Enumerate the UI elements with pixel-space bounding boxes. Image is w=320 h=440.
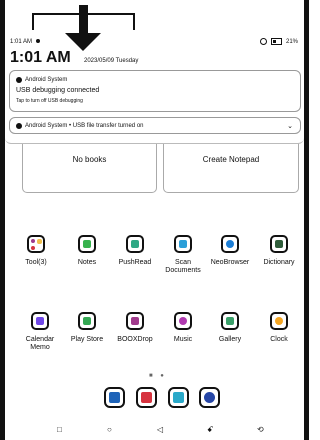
sync-icon <box>259 38 267 45</box>
app-label: NeoBrowser <box>210 259 250 266</box>
calendar-memo-icon <box>31 312 49 330</box>
gallery-icon <box>221 312 239 330</box>
tool-icon <box>27 235 45 253</box>
rotate-icon[interactable]: ⟲ <box>257 425 264 434</box>
create-notepad-label: Create Notepad <box>202 155 260 164</box>
refresh-icon[interactable]: ꗃ <box>207 425 213 435</box>
settings-icon[interactable] <box>199 387 220 408</box>
status-time: 1:01 AM <box>10 39 41 45</box>
app-notes[interactable]: Notes <box>64 235 110 267</box>
clock-icon <box>270 312 288 330</box>
app-neobrowser[interactable]: NeoBrowser <box>207 235 253 267</box>
app-label: Gallery <box>218 336 242 343</box>
battery-icon <box>270 38 282 45</box>
create-notepad-tile[interactable]: Create Notepad <box>163 141 299 193</box>
notes-icon <box>78 235 96 253</box>
app-label: Play Store <box>70 336 104 343</box>
pushread-icon <box>126 235 144 253</box>
books-tile-label: No books <box>72 155 107 164</box>
library-icon[interactable] <box>104 387 125 408</box>
chevron-down-icon[interactable]: ⌄ <box>287 122 293 130</box>
store-icon[interactable] <box>136 387 157 408</box>
navigation-bar: □ ○ ◁ ꗃ ⟲ <box>5 425 304 440</box>
scan-documents-icon <box>174 235 192 253</box>
debug-dot-icon <box>36 39 41 44</box>
app-label: Scan Documents <box>165 259 201 274</box>
app-label: Tool(3) <box>25 259 47 266</box>
app-scan-documents[interactable]: Scan Documents <box>160 235 206 275</box>
android-system-icon <box>16 123 22 129</box>
device-frame-right <box>304 0 309 440</box>
app-label: Dictionary <box>263 259 295 266</box>
recents-icon[interactable]: □ <box>57 425 62 434</box>
notification-header: Android System <box>16 77 67 83</box>
status-icons: 21% <box>259 38 298 45</box>
neobrowser-icon <box>221 235 239 253</box>
home-icon[interactable]: ○ <box>107 425 112 434</box>
app-play-store[interactable]: Play Store <box>64 312 110 344</box>
app-booxdrop[interactable]: BOOXDrop <box>112 312 158 344</box>
notification-text: Tap to turn off USB debugging <box>16 98 83 104</box>
books-tile[interactable]: No books <box>22 143 157 193</box>
battery-level: 21% <box>285 38 298 45</box>
app-pushread[interactable]: PushRead <box>112 235 158 267</box>
booxdrop-icon <box>126 312 144 330</box>
shade-clock: 1:01 AM <box>10 49 71 66</box>
shade-date: 2023/05/09 Tuesday <box>84 58 139 64</box>
app-label: Notes <box>77 259 97 266</box>
annotation-arrow-icon <box>65 33 101 51</box>
app-gallery[interactable]: Gallery <box>207 312 253 344</box>
play-store-icon <box>78 312 96 330</box>
app-label: Calendar Memo <box>25 336 55 351</box>
app-tool[interactable]: Tool(3) <box>13 235 59 267</box>
music-icon <box>174 312 192 330</box>
app-clock[interactable]: Clock <box>256 312 302 344</box>
app-calendar-memo[interactable]: Calendar Memo <box>17 312 63 352</box>
app-dictionary[interactable]: Dictionary <box>256 235 302 267</box>
notification-shade[interactable]: 1:01 AM 21% 1:01 AM 2023/05/09 Tuesday A… <box>5 37 304 144</box>
notification-app-name: Android System <box>25 77 68 83</box>
usb-file-transfer-notification[interactable]: Android System • USB file transfer turne… <box>9 117 301 134</box>
app-music[interactable]: Music <box>160 312 206 344</box>
android-system-icon <box>16 77 22 83</box>
app-label: Clock <box>270 336 288 343</box>
annotation-arrow-shaft <box>79 5 88 35</box>
files-icon[interactable] <box>168 387 189 408</box>
notification-summary: Android System • USB file transfer turne… <box>25 123 144 129</box>
notification-title: USB debugging connected <box>16 87 100 94</box>
notification-header: Android System • USB file transfer turne… <box>16 123 144 129</box>
app-label: PushRead <box>118 259 152 266</box>
page-indicator: ■ ● <box>149 373 167 379</box>
app-label: BOOXDrop <box>117 336 153 343</box>
dictionary-icon <box>270 235 288 253</box>
usb-debugging-notification[interactable]: Android System USB debugging connected T… <box>9 70 301 112</box>
app-label: Music <box>173 336 193 343</box>
back-icon[interactable]: ◁ <box>157 425 163 434</box>
